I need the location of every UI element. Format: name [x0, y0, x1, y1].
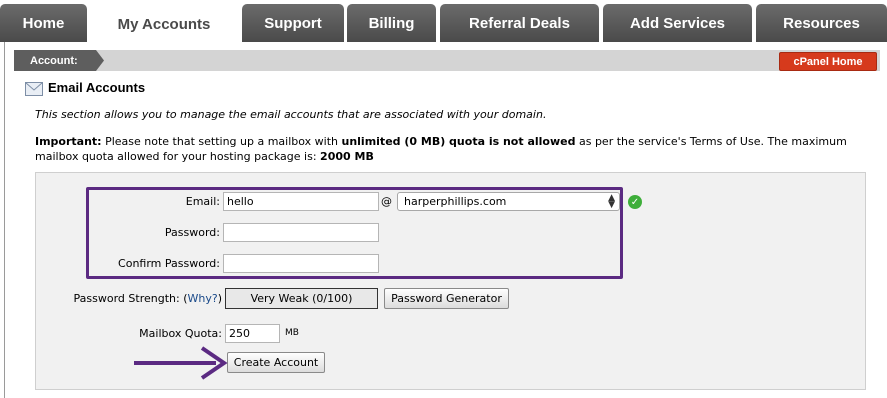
envelope-icon: [25, 82, 43, 96]
intro-text: This section allows you to manage the em…: [35, 108, 547, 121]
at-sign: @: [381, 195, 392, 208]
email-input[interactable]: hello: [223, 192, 379, 211]
select-chevron-icon: ▲ ▼: [608, 193, 615, 210]
tab-referral-deals[interactable]: Referral Deals: [440, 4, 599, 42]
account-label: Account:: [14, 50, 104, 71]
tab-add-services[interactable]: Add Services: [603, 4, 752, 42]
tab-my-accounts[interactable]: My Accounts: [89, 4, 239, 44]
valid-check-icon: ✓: [628, 195, 642, 209]
important-notice: Important: Please note that setting up a…: [35, 134, 875, 164]
password-generator-button[interactable]: Password Generator: [384, 288, 509, 309]
section-title: Email Accounts: [48, 80, 146, 95]
arrow-pointer-icon: [134, 346, 228, 380]
quota-unit: MB: [285, 328, 299, 338]
password-strength-label: Password Strength: (Why?): [40, 292, 222, 305]
mailbox-quota-label: Mailbox Quota:: [139, 327, 222, 340]
strength-label-text: Password Strength:: [73, 292, 180, 305]
account-bar: Account:: [14, 50, 880, 71]
why-close-paren: ): [217, 292, 222, 305]
confirm-password-input[interactable]: [223, 254, 379, 273]
tab-resources[interactable]: Resources: [756, 4, 887, 42]
top-navigation: Home My Accounts Support Billing Referra…: [0, 0, 887, 44]
create-account-button[interactable]: Create Account: [227, 352, 325, 373]
confirm-password-label: Confirm Password:: [118, 257, 220, 270]
important-bold-1: unlimited (0 MB) quota is not allowed: [341, 135, 576, 148]
tab-home[interactable]: Home: [0, 4, 87, 42]
email-label: Email:: [185, 195, 220, 208]
domain-selected-value: harperphillips.com: [404, 195, 507, 208]
tab-billing[interactable]: Billing: [347, 4, 436, 42]
important-bold-2: 2000 MB: [320, 150, 374, 163]
password-strength-meter: Very Weak (0/100): [225, 288, 378, 309]
tab-support[interactable]: Support: [242, 4, 344, 42]
password-input[interactable]: [223, 223, 379, 242]
why-link[interactable]: Why?: [188, 292, 218, 305]
password-label: Password:: [164, 226, 220, 239]
cpanel-home-button[interactable]: cPanel Home: [779, 52, 877, 71]
domain-select[interactable]: harperphillips.com ▲ ▼: [397, 192, 620, 211]
important-label: Important:: [35, 135, 102, 148]
important-text-1: Please note that setting up a mailbox wi…: [101, 135, 342, 148]
mailbox-quota-input[interactable]: 250: [225, 324, 280, 343]
